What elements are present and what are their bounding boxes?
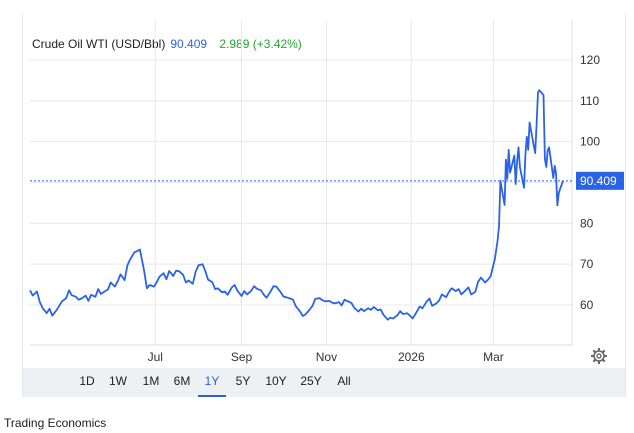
grid-lines: [30, 20, 573, 346]
price-line: [29, 89, 564, 321]
range-1y[interactable]: 1Y: [198, 368, 226, 397]
x-tick-label: Nov: [316, 350, 337, 364]
range-1w[interactable]: 1W: [106, 368, 130, 395]
range-all[interactable]: All: [333, 368, 355, 395]
range-25y[interactable]: 25Y: [297, 368, 325, 395]
last-price-tag-label: 90.409: [580, 174, 617, 188]
range-selector: 1D 1W 1M 6M 1Y 5Y 10Y 25Y All: [23, 368, 625, 397]
x-tick-label: 2026: [398, 350, 425, 364]
y-tick-label: 60: [580, 298, 594, 312]
range-6m[interactable]: 6M: [170, 368, 194, 395]
y-tick-label: 110: [580, 94, 599, 108]
range-1m[interactable]: 1M: [139, 368, 163, 395]
gear-icon[interactable]: [591, 348, 607, 364]
y-tick-label: 120: [580, 53, 600, 67]
y-tick-label: 80: [580, 216, 594, 230]
x-tick-label: Sep: [231, 350, 253, 364]
last-price-tag: 90.409: [576, 171, 624, 190]
source-credit: Trading Economics: [4, 416, 107, 430]
range-1d[interactable]: 1D: [76, 368, 98, 395]
y-tick-label: 70: [580, 257, 594, 271]
x-axis: Jul Sep Nov 2026 Mar: [148, 350, 504, 364]
range-10y[interactable]: 10Y: [262, 368, 290, 395]
x-tick-label: Mar: [483, 350, 504, 364]
y-tick-label: 100: [580, 135, 600, 149]
range-5y[interactable]: 5Y: [231, 368, 255, 395]
x-tick-label: Jul: [148, 350, 163, 364]
